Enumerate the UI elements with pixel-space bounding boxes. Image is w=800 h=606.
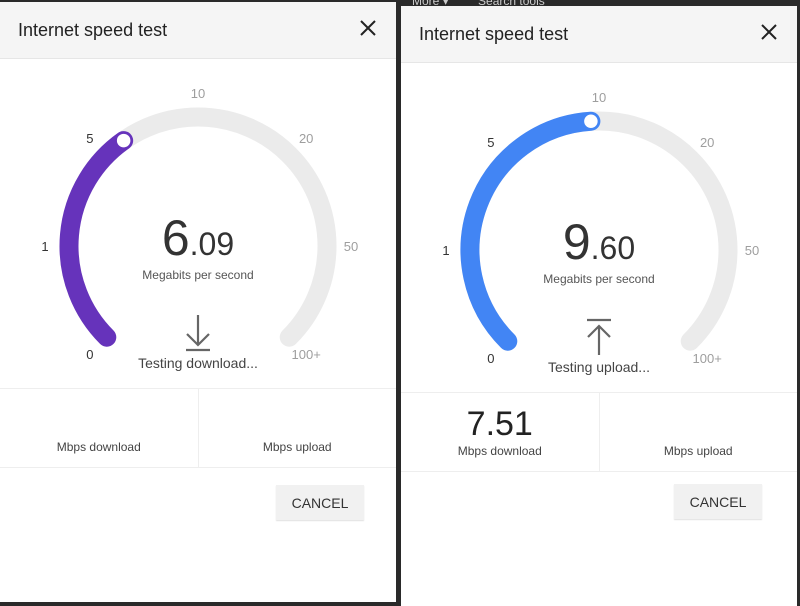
gauge-tick-label: 100+ [693, 351, 722, 366]
gauge-tick-label: 100+ [292, 347, 321, 362]
status-text: Testing upload... [548, 359, 650, 375]
speed-decimal: .60 [591, 230, 635, 266]
speed-gauge: 0 1 5 10 20 50 100+ 6.09 Megabits per second Test… [41, 86, 358, 371]
dialog-header: Internet speed test [401, 6, 797, 63]
upload-arrow-icon [587, 318, 611, 355]
gauge-tick-label: 5 [86, 131, 93, 146]
speed-integer: 9 [563, 214, 591, 270]
upload-result: Mbps upload [598, 393, 798, 471]
speed-test-dialog-download: Internet speed test 0 1 5 10 20 50 100+ 6.09 Meg… [0, 2, 396, 602]
cancel-button[interactable]: CANCEL [674, 484, 762, 519]
download-label: Mbps download [457, 444, 542, 458]
upload-label: Mbps upload [262, 440, 332, 454]
download-label: Mbps download [56, 440, 141, 454]
gauge-tick-label: 50 [745, 243, 759, 258]
download-arrow-icon [186, 315, 210, 352]
gauge-tick-label: 1 [41, 239, 48, 254]
gauge-progress [59, 131, 134, 347]
dialog-header: Internet speed test [0, 2, 396, 59]
close-icon[interactable] [356, 16, 380, 40]
upload-result: Mbps upload [197, 389, 397, 467]
gauge-tick-label: 5 [487, 135, 494, 150]
dialog-title: Internet speed test [18, 20, 168, 40]
gauge-tick-label: 20 [700, 135, 714, 150]
gauge-tick-label: 0 [86, 347, 93, 362]
gauge-tick-label: 20 [299, 131, 313, 146]
close-icon[interactable] [757, 20, 781, 44]
gauge-handle [115, 132, 132, 149]
gauge-handle [582, 113, 600, 130]
speed-readout: 6.09 [162, 210, 234, 266]
upload-label: Mbps upload [663, 444, 733, 458]
gauge-tick-label: 10 [191, 86, 205, 101]
status-text: Testing download... [138, 355, 258, 371]
download-result: Mbps download [0, 389, 198, 467]
gauge-tick-label: 10 [592, 90, 606, 105]
speed-decimal: .09 [190, 226, 234, 262]
results-row: 7.51 Mbps download Mbps upload [401, 392, 797, 472]
speed-integer: 6 [162, 210, 190, 266]
speed-test-dialog-upload: Internet speed test 0 1 5 10 20 50 100+ 9.60 Meg… [401, 6, 797, 606]
download-result: 7.51 Mbps download [401, 393, 599, 471]
download-value: 7.51 [466, 405, 533, 443]
speed-unit: Megabits per second [543, 272, 654, 286]
arrow-shape [186, 315, 210, 352]
results-row: Mbps download Mbps upload [0, 388, 396, 468]
cancel-button[interactable]: CANCEL [276, 485, 364, 520]
speed-readout: 9.60 [563, 214, 635, 270]
speed-unit: Megabits per second [142, 268, 253, 282]
gauge-tick-label: 1 [442, 243, 449, 258]
dialog-title: Internet speed test [419, 24, 569, 44]
gauge-tick-label: 50 [344, 239, 358, 254]
arrow-shape [587, 318, 611, 355]
gauge-tick-label: 0 [487, 351, 494, 366]
speed-gauge: 0 1 5 10 20 50 100+ 9.60 Megabits per second Test… [442, 90, 759, 375]
